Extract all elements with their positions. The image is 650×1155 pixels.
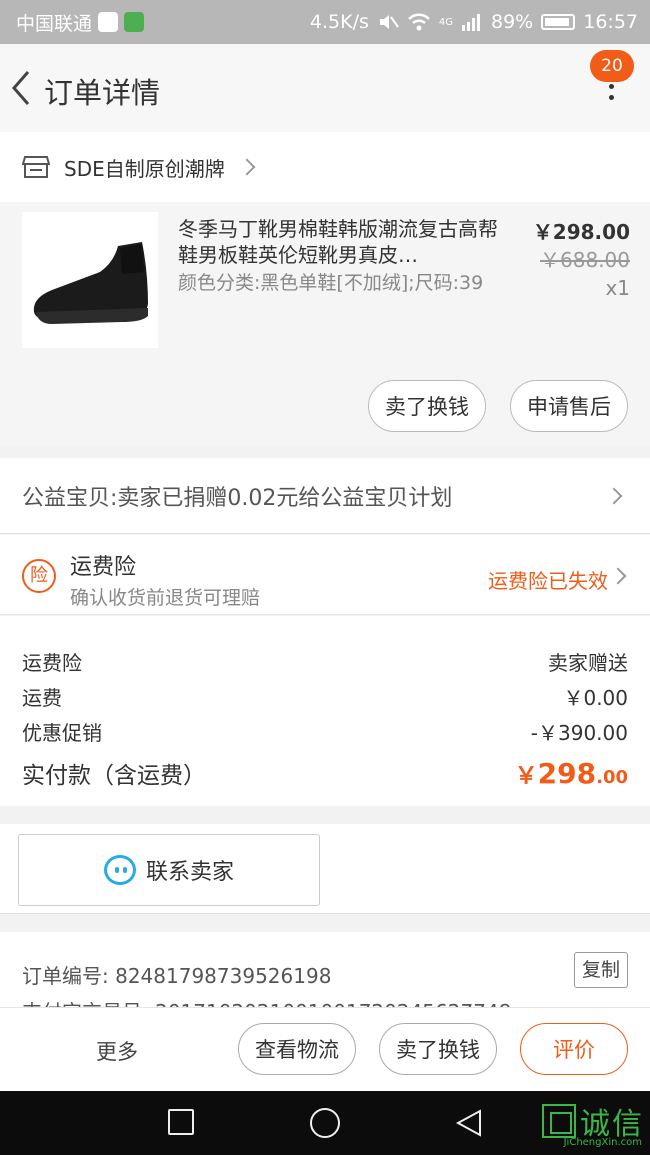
summary-value: ￥0.00 (563, 686, 628, 710)
shop-name: SDE自制原创潮牌 (64, 156, 225, 181)
copy-button[interactable]: 复制 (574, 952, 628, 988)
resell-button[interactable]: 卖了换钱 (379, 1023, 497, 1075)
network-type: 4G (438, 16, 453, 28)
insurance-icon: 险 (22, 559, 56, 593)
quantity: x1 (605, 276, 630, 300)
product-image[interactable] (22, 212, 158, 348)
watermark-logo-icon (542, 1104, 576, 1138)
clock: 16:57 (583, 11, 638, 33)
insurance-title: 运费险 (70, 555, 137, 580)
after-sales-button[interactable]: 申请售后 (510, 380, 628, 432)
product-sku: 颜色分类:黑色单鞋[不加绒];尺码:39 (178, 272, 484, 294)
mute-icon (379, 15, 399, 29)
more-menu-button[interactable] (602, 84, 620, 128)
dot-icon (608, 84, 614, 89)
product-title[interactable]: 冬季马丁靴男棉鞋韩版潮流复古高帮鞋男板鞋英伦短靴男真皮… (178, 216, 498, 268)
summary-row: 运费 ￥0.00 (22, 679, 628, 714)
title-bar: 订单详情 (0, 44, 650, 132)
system-nav-bar: 诚信 JiChengXin.com (0, 1091, 650, 1155)
original-price: ￥688.00 (540, 248, 630, 272)
shop-row[interactable]: SDE自制原创潮牌 (0, 132, 650, 202)
battery-icon (541, 14, 576, 30)
dot-icon (608, 95, 614, 100)
notification-badge: 20 (590, 50, 634, 82)
bottom-action-bar: 更多 查看物流 卖了换钱 评价 (0, 1007, 650, 1091)
order-number: 订单编号: 824817987395261​98 (22, 964, 332, 988)
chevron-left-icon (12, 71, 30, 105)
boot-image (33, 242, 148, 324)
charity-row[interactable]: 公益宝贝:卖家已捐赠0.02元给公益宝贝计划 (0, 458, 650, 534)
wifi-icon (407, 13, 430, 31)
insurance-subtitle: 确认收货前退货可理赔 (70, 587, 261, 609)
store-icon (22, 156, 50, 178)
signal-icon (462, 14, 480, 31)
home-icon[interactable] (310, 1108, 340, 1138)
chevron-right-icon (238, 158, 256, 176)
insurance-status: 运费险已失效 (488, 569, 608, 593)
view-logistics-button[interactable]: 查看物流 (238, 1023, 356, 1075)
total-label: 实付款（含运费） (22, 763, 206, 789)
network-speed: 4.5K/s (309, 11, 369, 33)
charity-text: 公益宝贝:卖家已捐赠0.02元给公益宝贝计划 (22, 485, 453, 511)
total-decimal: .00 (596, 767, 628, 788)
status-right: 4.5K/s 4G 89% 16:57 (310, 11, 638, 33)
chat-icon (103, 855, 136, 885)
total-integer: 298 (537, 757, 597, 790)
carrier-name: 中国联通 (16, 12, 93, 35)
summary-label: 运费 (22, 686, 62, 710)
back-triangle-icon[interactable] (454, 1108, 484, 1138)
status-bar: 中国联通 4.5K/s 4G 89% 16:57 (0, 0, 650, 44)
resell-button[interactable]: 卖了换钱 (368, 380, 486, 432)
review-button[interactable]: 评价 (520, 1023, 628, 1075)
shipping-insurance-row[interactable]: 险 运费险 确认收货前退货可理赔 运费险已失效 (0, 535, 650, 615)
payment-summary: 运费险 卖家赠送 运费 ￥0.00 优惠促销 -￥390.00 实付款（含运费）… (0, 616, 650, 806)
chevron-right-icon (609, 567, 627, 585)
back-button[interactable] (6, 66, 36, 110)
summary-label: 优惠促销 (22, 721, 102, 745)
chevron-right-icon (605, 487, 623, 504)
summary-label: 运费险 (22, 651, 82, 675)
total-amount: ￥298.00 (515, 756, 628, 790)
page-title: 订单详情 (44, 76, 161, 110)
contact-seller-button[interactable]: 联系卖家 (18, 834, 320, 906)
summary-row: 优惠促销 -￥390.00 (22, 714, 628, 749)
watermark-sub: JiChengXin.com (563, 1137, 642, 1148)
more-button[interactable]: 更多 (96, 1036, 138, 1066)
product-price: ￥298.00 (532, 220, 630, 244)
carrier-group: 中国联通 (16, 9, 145, 36)
contact-section: 联系卖家 (0, 824, 650, 914)
contact-label: 联系卖家 (145, 860, 234, 885)
battery-percent: 89% (491, 11, 534, 33)
summary-row: 运费险 卖家赠送 (22, 644, 628, 679)
summary-value: -￥390.00 (530, 721, 628, 745)
total-currency: ￥ (514, 763, 538, 789)
total-row: 实付款（含运费） ￥298.00 (22, 751, 628, 795)
video-app-icon (124, 12, 145, 32)
baidu-app-icon (98, 12, 119, 32)
summary-value: 卖家赠送 (548, 651, 628, 675)
order-item[interactable]: 冬季马丁靴男棉鞋韩版潮流复古高帮鞋男板鞋英伦短靴男真皮… 颜色分类:黑色单鞋[不… (0, 202, 650, 446)
recent-apps-icon[interactable] (168, 1109, 194, 1135)
